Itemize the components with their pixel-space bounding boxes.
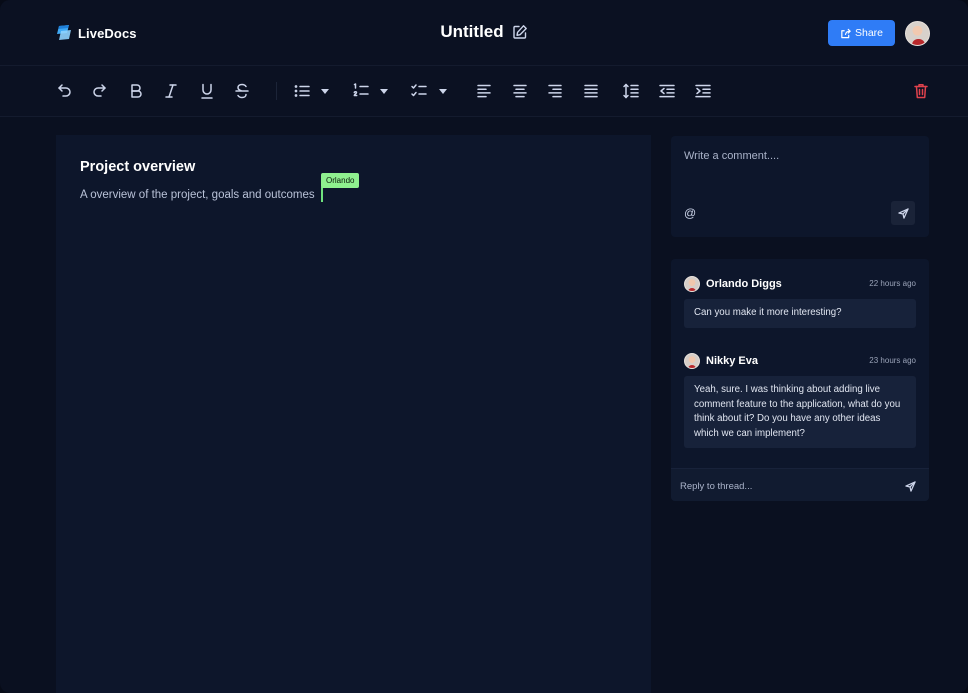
- formatting-toolbar: [0, 66, 968, 117]
- share-label: Share: [854, 27, 884, 39]
- align-left-icon[interactable]: [475, 82, 493, 100]
- bullet-list-caret-icon[interactable]: [321, 89, 329, 94]
- pencil-square-icon[interactable]: [512, 24, 528, 40]
- align-right-icon[interactable]: [546, 82, 564, 100]
- comment-header: Orlando Diggs 22 hours ago: [684, 275, 916, 292]
- app-window: LiveDocs Untitled Share Project overview…: [0, 0, 968, 693]
- document-heading[interactable]: Project overview: [80, 159, 195, 175]
- share-button[interactable]: Share: [828, 20, 895, 46]
- collaborator-cursor-label: Orlando: [321, 173, 360, 188]
- undo-icon[interactable]: [55, 82, 73, 100]
- checklist-icon[interactable]: [410, 82, 428, 100]
- send-icon: [904, 480, 916, 492]
- toolbar-divider: [276, 82, 277, 100]
- comment-composer[interactable]: Write a comment.... @: [671, 136, 929, 237]
- comment-item: Orlando Diggs 22 hours ago Can you make …: [684, 275, 916, 328]
- document-paragraph[interactable]: A overview of the project, goals and out…: [80, 189, 315, 201]
- bold-icon[interactable]: [127, 82, 145, 100]
- numbered-list-caret-icon[interactable]: [380, 89, 388, 94]
- comment-input[interactable]: Write a comment....: [684, 150, 779, 162]
- line-height-icon[interactable]: [622, 82, 640, 100]
- share-arrow-icon: [841, 28, 851, 38]
- comment-text: Can you make it more interesting?: [684, 299, 916, 328]
- reply-input[interactable]: Reply to thread...: [680, 481, 752, 492]
- indent-icon[interactable]: [694, 82, 712, 100]
- bullet-list-icon[interactable]: [293, 82, 311, 100]
- italic-icon[interactable]: [162, 82, 180, 100]
- reply-bar: Reply to thread...: [671, 468, 929, 501]
- collaborator-cursor: [321, 187, 323, 202]
- comment-author: Orlando Diggs: [706, 277, 782, 290]
- send-icon: [897, 207, 909, 219]
- send-comment-button[interactable]: [891, 201, 915, 225]
- document-editor[interactable]: Project overview A overview of the proje…: [56, 135, 651, 693]
- comment-timestamp: 23 hours ago: [869, 356, 916, 365]
- comment-thread: Orlando Diggs 22 hours ago Can you make …: [671, 259, 929, 501]
- user-avatar[interactable]: [905, 21, 930, 46]
- strikethrough-icon[interactable]: [233, 82, 251, 100]
- comment-header: Nikky Eva 23 hours ago: [684, 352, 916, 369]
- trash-icon[interactable]: [912, 82, 930, 100]
- comment-text: Yeah, sure. I was thinking about adding …: [684, 376, 916, 448]
- redo-icon[interactable]: [91, 82, 109, 100]
- mention-button[interactable]: @: [684, 206, 696, 220]
- document-title[interactable]: Untitled: [440, 22, 503, 42]
- document-title-area: Untitled: [0, 22, 968, 42]
- send-reply-button[interactable]: [901, 477, 919, 495]
- outdent-icon[interactable]: [658, 82, 676, 100]
- comment-item: Nikky Eva 23 hours ago Yeah, sure. I was…: [684, 352, 916, 448]
- top-header: LiveDocs Untitled Share: [0, 0, 968, 66]
- comment-author: Nikky Eva: [706, 354, 758, 367]
- align-justify-icon[interactable]: [582, 82, 600, 100]
- numbered-list-icon[interactable]: [352, 82, 370, 100]
- underline-icon[interactable]: [198, 82, 216, 100]
- checklist-caret-icon[interactable]: [439, 89, 447, 94]
- align-center-icon[interactable]: [511, 82, 529, 100]
- avatar: [684, 352, 700, 369]
- comment-timestamp: 22 hours ago: [869, 279, 916, 288]
- avatar: [684, 275, 700, 292]
